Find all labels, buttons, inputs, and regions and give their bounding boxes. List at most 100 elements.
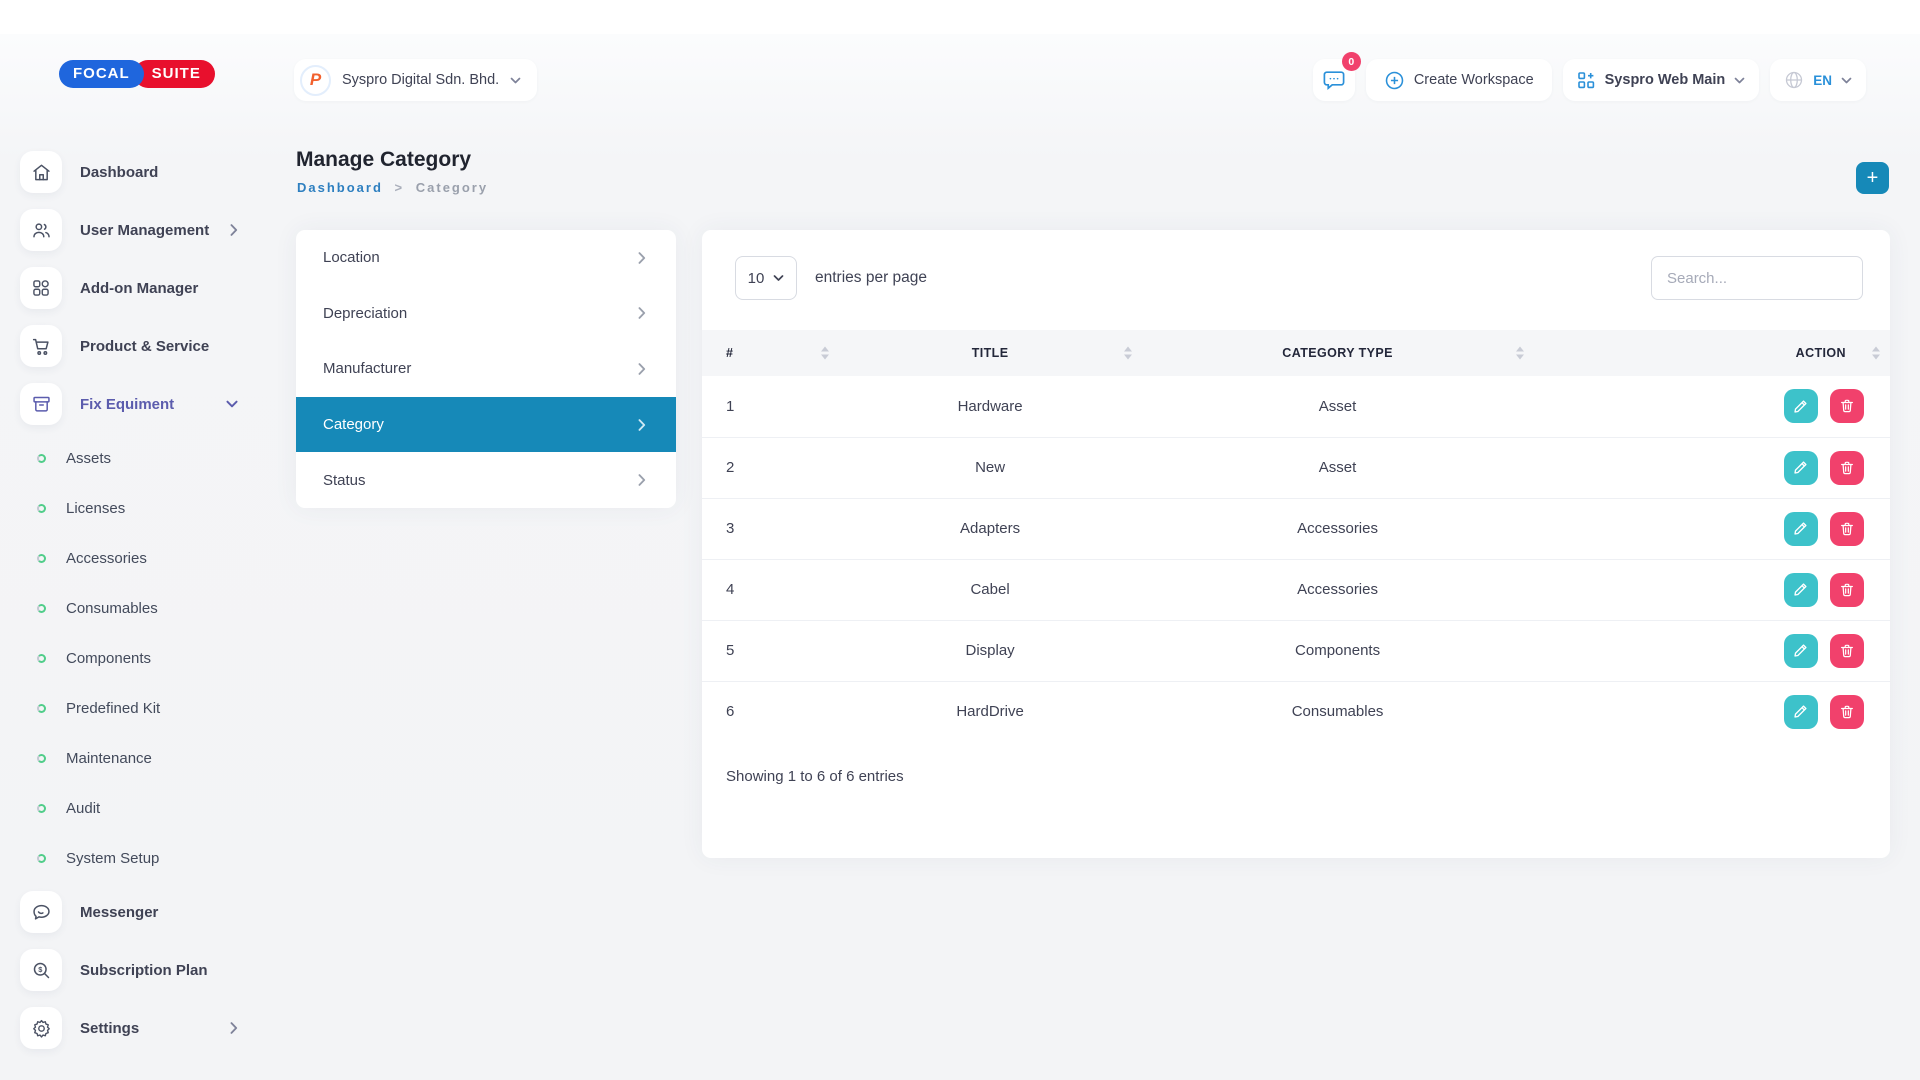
sidebar-item-audit[interactable]: Audit: [0, 783, 280, 833]
sidebar-item-label: Fix Equiment: [80, 395, 175, 413]
table-row: 3 Adapters Accessories: [702, 497, 1890, 559]
category-table-card: 10 entries per page # TITLE CATEGORY TYP…: [702, 230, 1890, 858]
chevron-down-icon: [226, 400, 238, 408]
cart-icon: [20, 325, 62, 367]
language-selector[interactable]: EN: [1770, 59, 1866, 101]
edit-button[interactable]: [1783, 511, 1818, 546]
sidebar-item-subscription-plan[interactable]: $ Subscription Plan: [0, 941, 280, 999]
sidebar-item-label: Components: [66, 649, 152, 667]
sort-icon: [1872, 346, 1880, 360]
trash-icon: [1841, 461, 1853, 474]
sidebar-item-system-setup[interactable]: System Setup: [0, 833, 280, 883]
submenu-item[interactable]: Location: [296, 230, 676, 286]
sidebar: Dashboard User Management Add-on Manager: [0, 143, 280, 1057]
chevron-down-icon: [1841, 77, 1852, 83]
delete-button[interactable]: [1830, 633, 1864, 668]
sidebar-item-label: System Setup: [66, 849, 160, 867]
search-input[interactable]: [1651, 256, 1863, 300]
submenu-item-label: Manufacturer: [323, 360, 412, 378]
delete-button[interactable]: [1830, 450, 1864, 485]
logo-suite: SUITE: [133, 60, 215, 88]
bullet-icon: [37, 453, 46, 463]
submenu-item[interactable]: Category: [296, 396, 676, 453]
edit-button[interactable]: [1783, 572, 1818, 607]
sidebar-item-predefined-kit[interactable]: Predefined Kit: [0, 683, 280, 733]
submenu-item[interactable]: Depreciation: [296, 286, 676, 342]
column-header-action[interactable]: ACTION: [1533, 330, 1890, 376]
globe-icon: [1786, 71, 1803, 89]
column-header-title[interactable]: TITLE: [838, 330, 1142, 376]
workspace-selector[interactable]: P Syspro Digital Sdn. Bhd.: [294, 59, 538, 101]
edit-button[interactable]: [1783, 389, 1818, 424]
create-workspace-button[interactable]: Create Workspace: [1365, 59, 1552, 101]
search-dollar-icon: $: [20, 949, 62, 991]
breadcrumb-dashboard-link[interactable]: Dashboard: [297, 180, 383, 195]
edit-button[interactable]: [1783, 450, 1818, 485]
entries-per-page-select[interactable]: 10: [735, 256, 797, 300]
table-row: 5 Display Components: [702, 619, 1890, 681]
sidebar-item-product-service[interactable]: Product & Service: [0, 317, 280, 375]
sidebar-item-user-management[interactable]: User Management: [0, 201, 280, 259]
category-table-body: 1 Hardware Asset 2 New Asset 3 Adapters …: [702, 376, 1890, 742]
breadcrumb-current: Category: [415, 180, 489, 195]
sidebar-item-dashboard[interactable]: Dashboard: [0, 143, 280, 201]
sidebar-item-licenses[interactable]: Licenses: [0, 483, 280, 533]
chevron-right-icon: [638, 251, 646, 264]
messages-button[interactable]: 0: [1312, 52, 1361, 101]
users-icon: [20, 209, 62, 251]
chevron-right-icon: [638, 307, 646, 320]
delete-button[interactable]: [1830, 389, 1864, 424]
sidebar-item-addon-manager[interactable]: Add-on Manager: [0, 259, 280, 317]
table-row: 2 New Asset: [702, 436, 1890, 498]
sidebar-item-components[interactable]: Components: [0, 633, 280, 683]
row-number: 4: [702, 558, 839, 620]
table-row: 4 Cabel Accessories: [702, 558, 1890, 620]
chat-bubble-icon: [20, 891, 62, 933]
sidebar-item-fix-equiment[interactable]: Fix Equiment: [0, 375, 280, 433]
grid-icon: [20, 267, 62, 309]
sidebar-item-accessories[interactable]: Accessories: [0, 533, 280, 583]
grid-plus-icon: [1577, 71, 1594, 88]
sidebar-item-label: Audit: [66, 799, 101, 817]
chevron-down-icon: [1734, 77, 1745, 83]
submenu-item[interactable]: Status: [296, 452, 676, 508]
language-code: EN: [1813, 72, 1832, 88]
sidebar-item-settings[interactable]: Settings: [0, 999, 280, 1057]
sidebar-item-consumables[interactable]: Consumables: [0, 583, 280, 633]
submenu-item[interactable]: Manufacturer: [296, 341, 676, 397]
bullet-icon: [37, 603, 46, 613]
add-category-button[interactable]: +: [1856, 162, 1889, 194]
row-number: 3: [702, 497, 839, 559]
delete-button[interactable]: [1830, 511, 1864, 546]
delete-button[interactable]: [1830, 694, 1864, 729]
pencil-icon: [1794, 644, 1807, 657]
sidebar-item-assets[interactable]: Assets: [0, 433, 280, 483]
row-title: HardDrive: [838, 680, 1142, 742]
edit-button[interactable]: [1783, 633, 1818, 668]
bullet-icon: [37, 553, 46, 563]
column-header-category-type[interactable]: CATEGORY TYPE: [1141, 330, 1534, 376]
sort-icon: [820, 346, 829, 360]
app-menu-selector[interactable]: Syspro Web Main: [1562, 59, 1760, 101]
sidebar-item-label: Subscription Plan: [80, 961, 208, 979]
sidebar-item-label: Consumables: [66, 599, 158, 617]
entries-per-page-value: 10: [747, 269, 765, 287]
top-strip: [0, 0, 1920, 34]
sidebar-item-maintenance[interactable]: Maintenance: [0, 733, 280, 783]
home-icon: [20, 151, 62, 193]
submenu-item-label: Category: [323, 416, 384, 434]
bullet-icon: [37, 753, 46, 763]
sort-icon: [1123, 346, 1132, 360]
row-category-type: Consumables: [1141, 680, 1534, 742]
sidebar-item-label: Dashboard: [80, 163, 159, 181]
bullet-icon: [37, 703, 46, 713]
workspace-logo-icon: P: [300, 64, 331, 96]
pencil-icon: [1794, 461, 1807, 474]
chevron-right-icon: [230, 224, 238, 236]
row-actions: [1533, 680, 1890, 742]
edit-button[interactable]: [1783, 694, 1818, 729]
column-header-number[interactable]: #: [702, 330, 839, 376]
sidebar-item-messenger[interactable]: Messenger: [0, 883, 280, 941]
chevron-down-icon: [510, 77, 521, 83]
delete-button[interactable]: [1830, 572, 1864, 607]
